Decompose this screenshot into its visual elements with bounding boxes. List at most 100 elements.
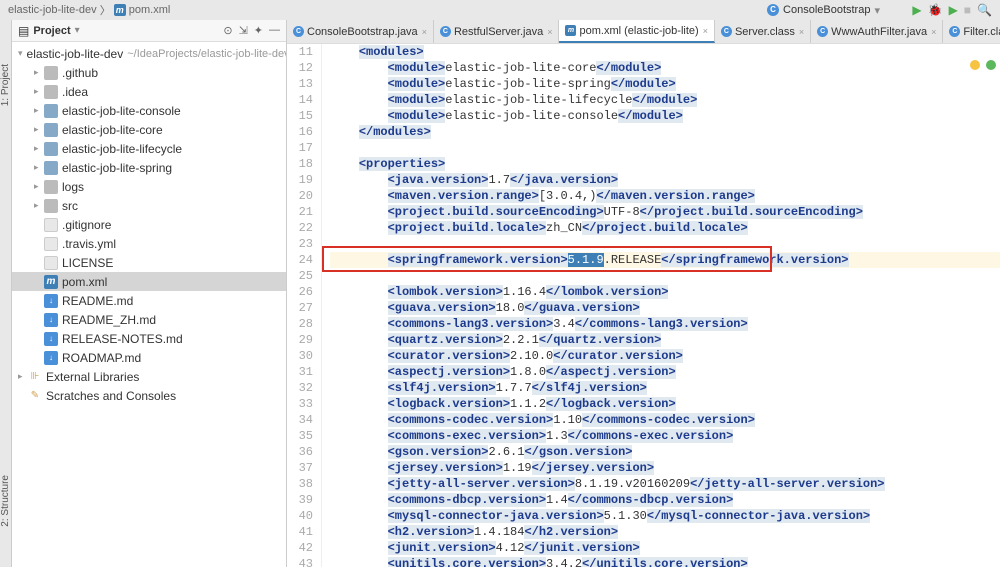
tree-item[interactable]: ▸.gitignore (12, 215, 286, 234)
code-line[interactable]: <aspectj.version>1.8.0</aspectj.version> (330, 364, 1000, 380)
code-line[interactable]: <gson.version>2.6.1</gson.version> (330, 444, 1000, 460)
expand-arrow-icon[interactable]: ▸ (34, 86, 44, 97)
code-line[interactable]: <logback.version>1.1.2</logback.version> (330, 396, 1000, 412)
code-line[interactable]: <springframework.version>5.1.9.RELEASE</… (330, 252, 1000, 268)
expand-arrow-icon[interactable]: ▸ (34, 67, 44, 78)
rail-structure[interactable]: 2: Structure (0, 475, 11, 527)
code-line[interactable]: <lombok.version>1.16.4</lombok.version> (330, 284, 1000, 300)
editor-tab[interactable]: CRestfulServer.java× (434, 20, 560, 43)
tree-item[interactable]: ▸.travis.yml (12, 234, 286, 253)
editor-tab[interactable]: CServer.class× (715, 20, 811, 43)
tree-item[interactable]: ▸↓README.md (12, 291, 286, 310)
code-line[interactable]: <module>elastic-job-lite-core</module> (330, 60, 1000, 76)
coverage-button[interactable]: ▶ (949, 3, 958, 17)
breadcrumb-file[interactable]: pom.xml (129, 4, 171, 16)
code-line[interactable]: <commons-lang3.version>3.4</commons-lang… (330, 316, 1000, 332)
dropdown-icon[interactable]: ▾ (75, 25, 80, 36)
code-line[interactable]: <java.version>1.7</java.version> (330, 172, 1000, 188)
code-line[interactable] (330, 268, 1000, 284)
close-tab-icon[interactable]: × (422, 27, 427, 37)
code-line[interactable]: <slf4j.version>1.7.7</slf4j.version> (330, 380, 1000, 396)
tree-item[interactable]: ▸⊪External Libraries (12, 367, 286, 386)
maximize-icon[interactable] (986, 60, 996, 70)
expand-arrow-icon[interactable]: ▸ (34, 162, 44, 173)
editor-tab[interactable]: mpom.xml (elastic-job-lite)× (559, 20, 714, 43)
folder-icon (44, 104, 58, 118)
tab-label: WwwAuthFilter.java (831, 26, 927, 38)
tree-item[interactable]: ▸elastic-job-lite-lifecycle (12, 139, 286, 158)
expand-arrow-icon[interactable]: ▸ (34, 143, 44, 154)
code-line[interactable]: <module>elastic-job-lite-lifecycle</modu… (330, 92, 1000, 108)
code-line[interactable]: <commons-dbcp.version>1.4</commons-dbcp.… (330, 492, 1000, 508)
code-line[interactable]: <module>elastic-job-lite-console</module… (330, 108, 1000, 124)
folder-g-icon (44, 85, 58, 99)
code-area[interactable]: 1112131415161718192021222324252627282930… (287, 44, 1000, 567)
tree-item[interactable]: ▸ src (12, 196, 286, 215)
debug-button[interactable]: 🐞 (928, 3, 943, 17)
minimize-icon[interactable] (970, 60, 980, 70)
code-line[interactable] (330, 236, 1000, 252)
code-line[interactable]: <project.build.sourceEncoding>UTF-8</pro… (330, 204, 1000, 220)
code-line[interactable]: <curator.version>2.10.0</curator.version… (330, 348, 1000, 364)
rail-project[interactable]: 1: Project (0, 64, 11, 106)
stop-button[interactable]: ■ (964, 3, 971, 17)
tree-item[interactable]: ▸elastic-job-lite-core (12, 120, 286, 139)
code-line[interactable]: </modules> (330, 124, 1000, 140)
left-rail: 1: Project 2: Structure (0, 20, 12, 567)
code-line[interactable]: <modules> (330, 44, 1000, 60)
code-line[interactable]: <junit.version>4.12</junit.version> (330, 540, 1000, 556)
run-button[interactable]: ▶ (912, 3, 921, 17)
hide-icon[interactable]: — (269, 24, 280, 37)
code-content[interactable]: <modules> <module>elastic-job-lite-core<… (322, 44, 1000, 567)
run-config-selector[interactable]: C ConsoleBootstrap ▾ (767, 0, 880, 20)
code-line[interactable]: <jetty-all-server.version>8.1.19.v201602… (330, 476, 1000, 492)
search-icon[interactable]: 🔍 (977, 3, 992, 17)
expand-arrow-icon[interactable]: ▸ (34, 200, 44, 211)
tree-item[interactable]: ▸↓RELEASE-NOTES.md (12, 329, 286, 348)
collapse-icon[interactable]: ⊙ (223, 24, 232, 37)
floating-controls (970, 60, 1000, 70)
close-tab-icon[interactable]: × (547, 27, 552, 37)
code-line[interactable]: <properties> (330, 156, 1000, 172)
tree-item[interactable]: ▸logs (12, 177, 286, 196)
expand-icon[interactable]: ⇲ (239, 24, 248, 37)
tree-item[interactable]: ▸mpom.xml (12, 272, 286, 291)
expand-arrow-icon[interactable]: ▸ (34, 181, 44, 192)
tree-item[interactable]: ▸.github (12, 63, 286, 82)
code-line[interactable]: <module>elastic-job-lite-spring</module> (330, 76, 1000, 92)
code-line[interactable]: <jersey.version>1.19</jersey.version> (330, 460, 1000, 476)
close-tab-icon[interactable]: × (799, 27, 804, 37)
editor-tab[interactable]: CFilter.class× (943, 20, 1000, 43)
breadcrumb-project[interactable]: elastic-job-lite-dev (8, 4, 97, 16)
tree-item[interactable]: ▸elastic-job-lite-console (12, 101, 286, 120)
tree-item[interactable]: ▸.idea (12, 82, 286, 101)
code-line[interactable]: <maven.version.range>[3.0.4,)</maven.ver… (330, 188, 1000, 204)
tree-item[interactable]: ▾elastic-job-lite-dev~/IdeaProjects/elas… (12, 44, 286, 63)
expand-arrow-icon[interactable]: ▾ (18, 48, 23, 59)
expand-arrow-icon[interactable]: ▸ (34, 124, 44, 135)
code-line[interactable]: <commons-codec.version>1.10</commons-cod… (330, 412, 1000, 428)
code-line[interactable]: <commons-exec.version>1.3</commons-exec.… (330, 428, 1000, 444)
close-tab-icon[interactable]: × (931, 27, 936, 37)
editor-tab[interactable]: CWwwAuthFilter.java× (811, 20, 943, 43)
expand-arrow-icon[interactable]: ▸ (18, 371, 28, 382)
code-line[interactable] (330, 140, 1000, 156)
project-tree[interactable]: ▾elastic-job-lite-dev~/IdeaProjects/elas… (12, 42, 286, 567)
tree-item[interactable]: ▸↓ROADMAP.md (12, 348, 286, 367)
close-tab-icon[interactable]: × (703, 26, 708, 36)
code-line[interactable]: <h2.version>1.4.184</h2.version> (330, 524, 1000, 540)
tree-item[interactable]: ▸✎Scratches and Consoles (12, 386, 286, 405)
tree-item-label: src (62, 199, 78, 213)
tree-item[interactable]: ▸LICENSE (12, 253, 286, 272)
code-line[interactable]: <guava.version>18.0</guava.version> (330, 300, 1000, 316)
code-line[interactable]: <quartz.version>2.2.1</quartz.version> (330, 332, 1000, 348)
tree-item[interactable]: ▸elastic-job-lite-spring (12, 158, 286, 177)
code-line[interactable]: <unitils.core.version>3.4.2</unitils.cor… (330, 556, 1000, 567)
editor-tab[interactable]: CConsoleBootstrap.java× (287, 20, 434, 43)
tree-item-label: pom.xml (62, 275, 107, 289)
code-line[interactable]: <mysql-connector-java.version>5.1.30</my… (330, 508, 1000, 524)
gear-icon[interactable]: ✦ (254, 24, 263, 37)
expand-arrow-icon[interactable]: ▸ (34, 105, 44, 116)
code-line[interactable]: <project.build.locale>zh_CN</project.bui… (330, 220, 1000, 236)
tree-item[interactable]: ▸↓README_ZH.md (12, 310, 286, 329)
